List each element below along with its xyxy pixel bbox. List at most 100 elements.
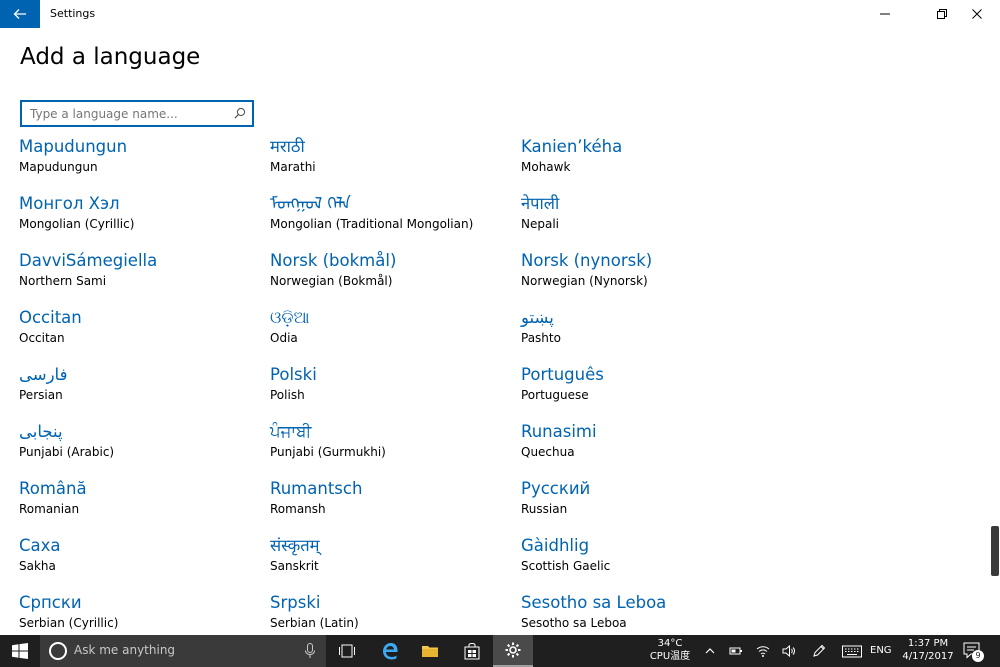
- language-item[interactable]: Occitan Occitan: [19, 307, 259, 355]
- notification-count-badge: 9: [972, 650, 984, 662]
- file-explorer-taskbar-button[interactable]: [410, 635, 450, 667]
- language-english-name: Serbian (Latin): [270, 616, 359, 630]
- task-view-icon: [339, 644, 355, 658]
- language-english-name: Persian: [19, 388, 63, 402]
- language-item[interactable]: Mapudungun Mapudungun: [19, 136, 259, 184]
- language-english-name: Sanskrit: [270, 559, 319, 573]
- language-item[interactable]: ᠮᠣᠩᠭᠣᠯ ᠬᠡᠯᠡ Mongolian (Traditional Mongol…: [270, 193, 510, 241]
- close-icon: [972, 9, 982, 19]
- battery-icon: [729, 647, 742, 655]
- language-native-name: संस्कृतम्: [270, 536, 320, 555]
- language-search-box[interactable]: [20, 100, 254, 127]
- microphone-icon[interactable]: [304, 643, 316, 659]
- edge-browser-icon: [383, 643, 398, 660]
- pen-workspace-button[interactable]: [808, 635, 830, 667]
- cpu-temperature-value: 34°C: [657, 638, 683, 649]
- minimize-button[interactable]: [862, 0, 908, 28]
- language-item[interactable]: Română Romanian: [19, 478, 259, 526]
- edge-taskbar-button[interactable]: [370, 635, 410, 667]
- language-english-name: Norwegian (Nynorsk): [521, 274, 648, 288]
- language-native-name: فارسی: [19, 365, 68, 384]
- taskbar-search-placeholder: Ask me anything: [74, 643, 176, 657]
- wifi-icon: [756, 646, 770, 657]
- language-search-input[interactable]: [30, 104, 230, 124]
- touch-keyboard-button[interactable]: [838, 635, 866, 667]
- language-native-name: Русский: [521, 479, 591, 498]
- close-button[interactable]: [954, 0, 1000, 28]
- language-english-name: Serbian (Cyrillic): [19, 616, 119, 630]
- language-item[interactable]: ਪੰਜਾਬੀ Punjabi (Gurmukhi): [270, 421, 510, 469]
- taskbar: Ask me anything 34°C CPU温度 ENG 1:37 PM 4…: [0, 635, 1000, 667]
- language-item[interactable]: Rumantsch Romansh: [270, 478, 510, 526]
- language-item[interactable]: Norsk (nynorsk) Norwegian (Nynorsk): [521, 250, 761, 298]
- language-item[interactable]: فارسی Persian: [19, 364, 259, 412]
- language-english-name: Norwegian (Bokmål): [270, 274, 393, 288]
- language-item[interactable]: Kanien’kéha Mohawk: [521, 136, 761, 184]
- language-item[interactable]: ଓଡ଼ିଆ Odia: [270, 307, 510, 355]
- language-item[interactable]: Srpski Serbian (Latin): [270, 592, 510, 640]
- show-hidden-icons-button[interactable]: [700, 635, 720, 667]
- page-title: Add a language: [20, 44, 201, 70]
- language-item[interactable]: Português Portuguese: [521, 364, 761, 412]
- language-item[interactable]: پنجابی Punjabi (Arabic): [19, 421, 259, 469]
- language-native-name: Rumantsch: [270, 479, 363, 498]
- language-item[interactable]: DavviSámegiella Northern Sami: [19, 250, 259, 298]
- language-item[interactable]: Norsk (bokmål) Norwegian (Bokmål): [270, 250, 510, 298]
- language-item[interactable]: नेपाली Nepali: [521, 193, 761, 241]
- language-english-name: Sakha: [19, 559, 56, 573]
- volume-tray-icon[interactable]: [778, 635, 800, 667]
- language-english-name: Nepali: [521, 217, 559, 231]
- scrollbar-thumb[interactable]: [991, 526, 999, 576]
- language-item[interactable]: मराठी Marathi: [270, 136, 510, 184]
- language-native-name: Română: [19, 479, 87, 498]
- language-item[interactable]: Polski Polish: [270, 364, 510, 412]
- language-item[interactable]: Русский Russian: [521, 478, 761, 526]
- language-native-name: DavviSámegiella: [19, 251, 158, 270]
- language-native-name: Runasimi: [521, 422, 597, 441]
- language-english-name: Punjabi (Gurmukhi): [270, 445, 386, 459]
- cpu-temperature-widget[interactable]: 34°C CPU温度: [648, 637, 692, 663]
- chevron-up-icon: [705, 648, 715, 654]
- pen-icon: [813, 644, 826, 657]
- language-english-name: Odia: [270, 331, 298, 345]
- language-english-name: Punjabi (Arabic): [19, 445, 115, 459]
- start-button[interactable]: [0, 635, 40, 667]
- language-item[interactable]: Gàidhlig Scottish Gaelic: [521, 535, 761, 583]
- language-english-name: Portuguese: [521, 388, 589, 402]
- title-bar: Settings: [0, 0, 1000, 28]
- restore-icon: [937, 9, 947, 19]
- store-bag-icon: [464, 642, 480, 660]
- language-english-name: Mohawk: [521, 160, 571, 174]
- input-language-indicator[interactable]: ENG: [870, 645, 892, 656]
- task-view-button[interactable]: [327, 635, 367, 667]
- language-native-name: Srpski: [270, 593, 321, 612]
- store-taskbar-button[interactable]: [452, 635, 492, 667]
- language-native-name: Norsk (nynorsk): [521, 251, 653, 270]
- cpu-temperature-label: CPU温度: [649, 651, 691, 662]
- cortana-icon[interactable]: [49, 642, 67, 660]
- language-english-name: Mongolian (Cyrillic): [19, 217, 135, 231]
- battery-tray-icon[interactable]: [725, 635, 747, 667]
- back-button[interactable]: [0, 0, 40, 28]
- language-native-name: मराठी: [270, 137, 305, 156]
- language-english-name: Mongolian (Traditional Mongolian): [270, 217, 474, 231]
- language-english-name: Sesotho sa Leboa: [521, 616, 627, 630]
- language-item[interactable]: Саха Sakha: [19, 535, 259, 583]
- language-item[interactable]: Монгол Хэл Mongolian (Cyrillic): [19, 193, 259, 241]
- taskbar-search-box[interactable]: Ask me anything: [40, 635, 326, 667]
- network-tray-icon[interactable]: [752, 635, 774, 667]
- language-item[interactable]: Runasimi Quechua: [521, 421, 761, 469]
- clock-widget[interactable]: 1:37 PM 4/17/2017: [900, 637, 956, 663]
- language-native-name: नेपाली: [521, 194, 560, 213]
- folder-icon: [422, 646, 438, 657]
- language-item[interactable]: Српски Serbian (Cyrillic): [19, 592, 259, 640]
- settings-taskbar-button[interactable]: [493, 635, 533, 667]
- language-native-name: Occitan: [19, 308, 82, 327]
- language-native-name: پښتو: [521, 308, 554, 327]
- language-item[interactable]: संस्कृतम् Sanskrit: [270, 535, 510, 583]
- language-item[interactable]: Sesotho sa Leboa Sesotho sa Leboa: [521, 592, 761, 640]
- language-item[interactable]: پښتو Pashto: [521, 307, 761, 355]
- language-list: Mapudungun Mapudungun मराठी Marathi Kanien…: [19, 136, 779, 632]
- search-icon[interactable]: [234, 107, 246, 119]
- arrow-left-icon: [13, 9, 26, 19]
